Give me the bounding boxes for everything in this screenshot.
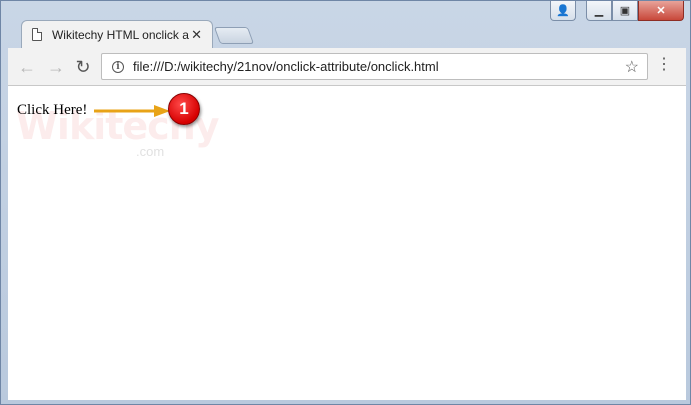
step-marker-badge: 1 (168, 93, 200, 125)
minimize-button[interactable]: ▁ (586, 1, 612, 21)
tab-title: Wikitechy HTML onclick a (51, 27, 189, 42)
forward-arrow-icon[interactable]: → (45, 56, 67, 78)
browser-tab[interactable]: Wikitechy HTML onclick a ✕ (21, 20, 213, 48)
maximize-button[interactable]: ▣ (612, 1, 638, 21)
browser-window: 👤 ▁ ▣ ✕ Wikitechy HTML onclick a ✕ ← → ↻… (0, 0, 691, 405)
new-tab-button[interactable] (213, 27, 255, 44)
page-viewport: Wikitechy .com Click Here! 1 (8, 86, 686, 400)
url-text[interactable]: file:///D:/wikitechy/21nov/onclick-attri… (133, 59, 439, 74)
reload-icon[interactable]: ↻ (72, 56, 94, 78)
back-arrow-icon[interactable]: ← (16, 56, 38, 78)
document-icon (32, 28, 42, 41)
user-icon[interactable]: 👤 (550, 1, 576, 21)
browser-toolbar: ← → ↻ i file:///D:/wikitechy/21nov/oncli… (8, 48, 686, 86)
click-here-button[interactable]: Click Here! (17, 102, 87, 119)
close-window-button[interactable]: ✕ (638, 1, 684, 21)
bookmark-star-icon[interactable]: ☆ (625, 57, 639, 77)
watermark-suffix: .com (136, 144, 165, 159)
window-controls: 👤 ▁ ▣ ✕ (550, 1, 684, 21)
address-bar[interactable]: i file:///D:/wikitechy/21nov/onclick-att… (101, 53, 648, 80)
close-tab-icon[interactable]: ✕ (191, 27, 202, 43)
browser-menu-icon[interactable]: ⋮ (656, 57, 672, 73)
annotation-arrow-icon (94, 105, 170, 117)
info-icon[interactable]: i (112, 60, 124, 73)
